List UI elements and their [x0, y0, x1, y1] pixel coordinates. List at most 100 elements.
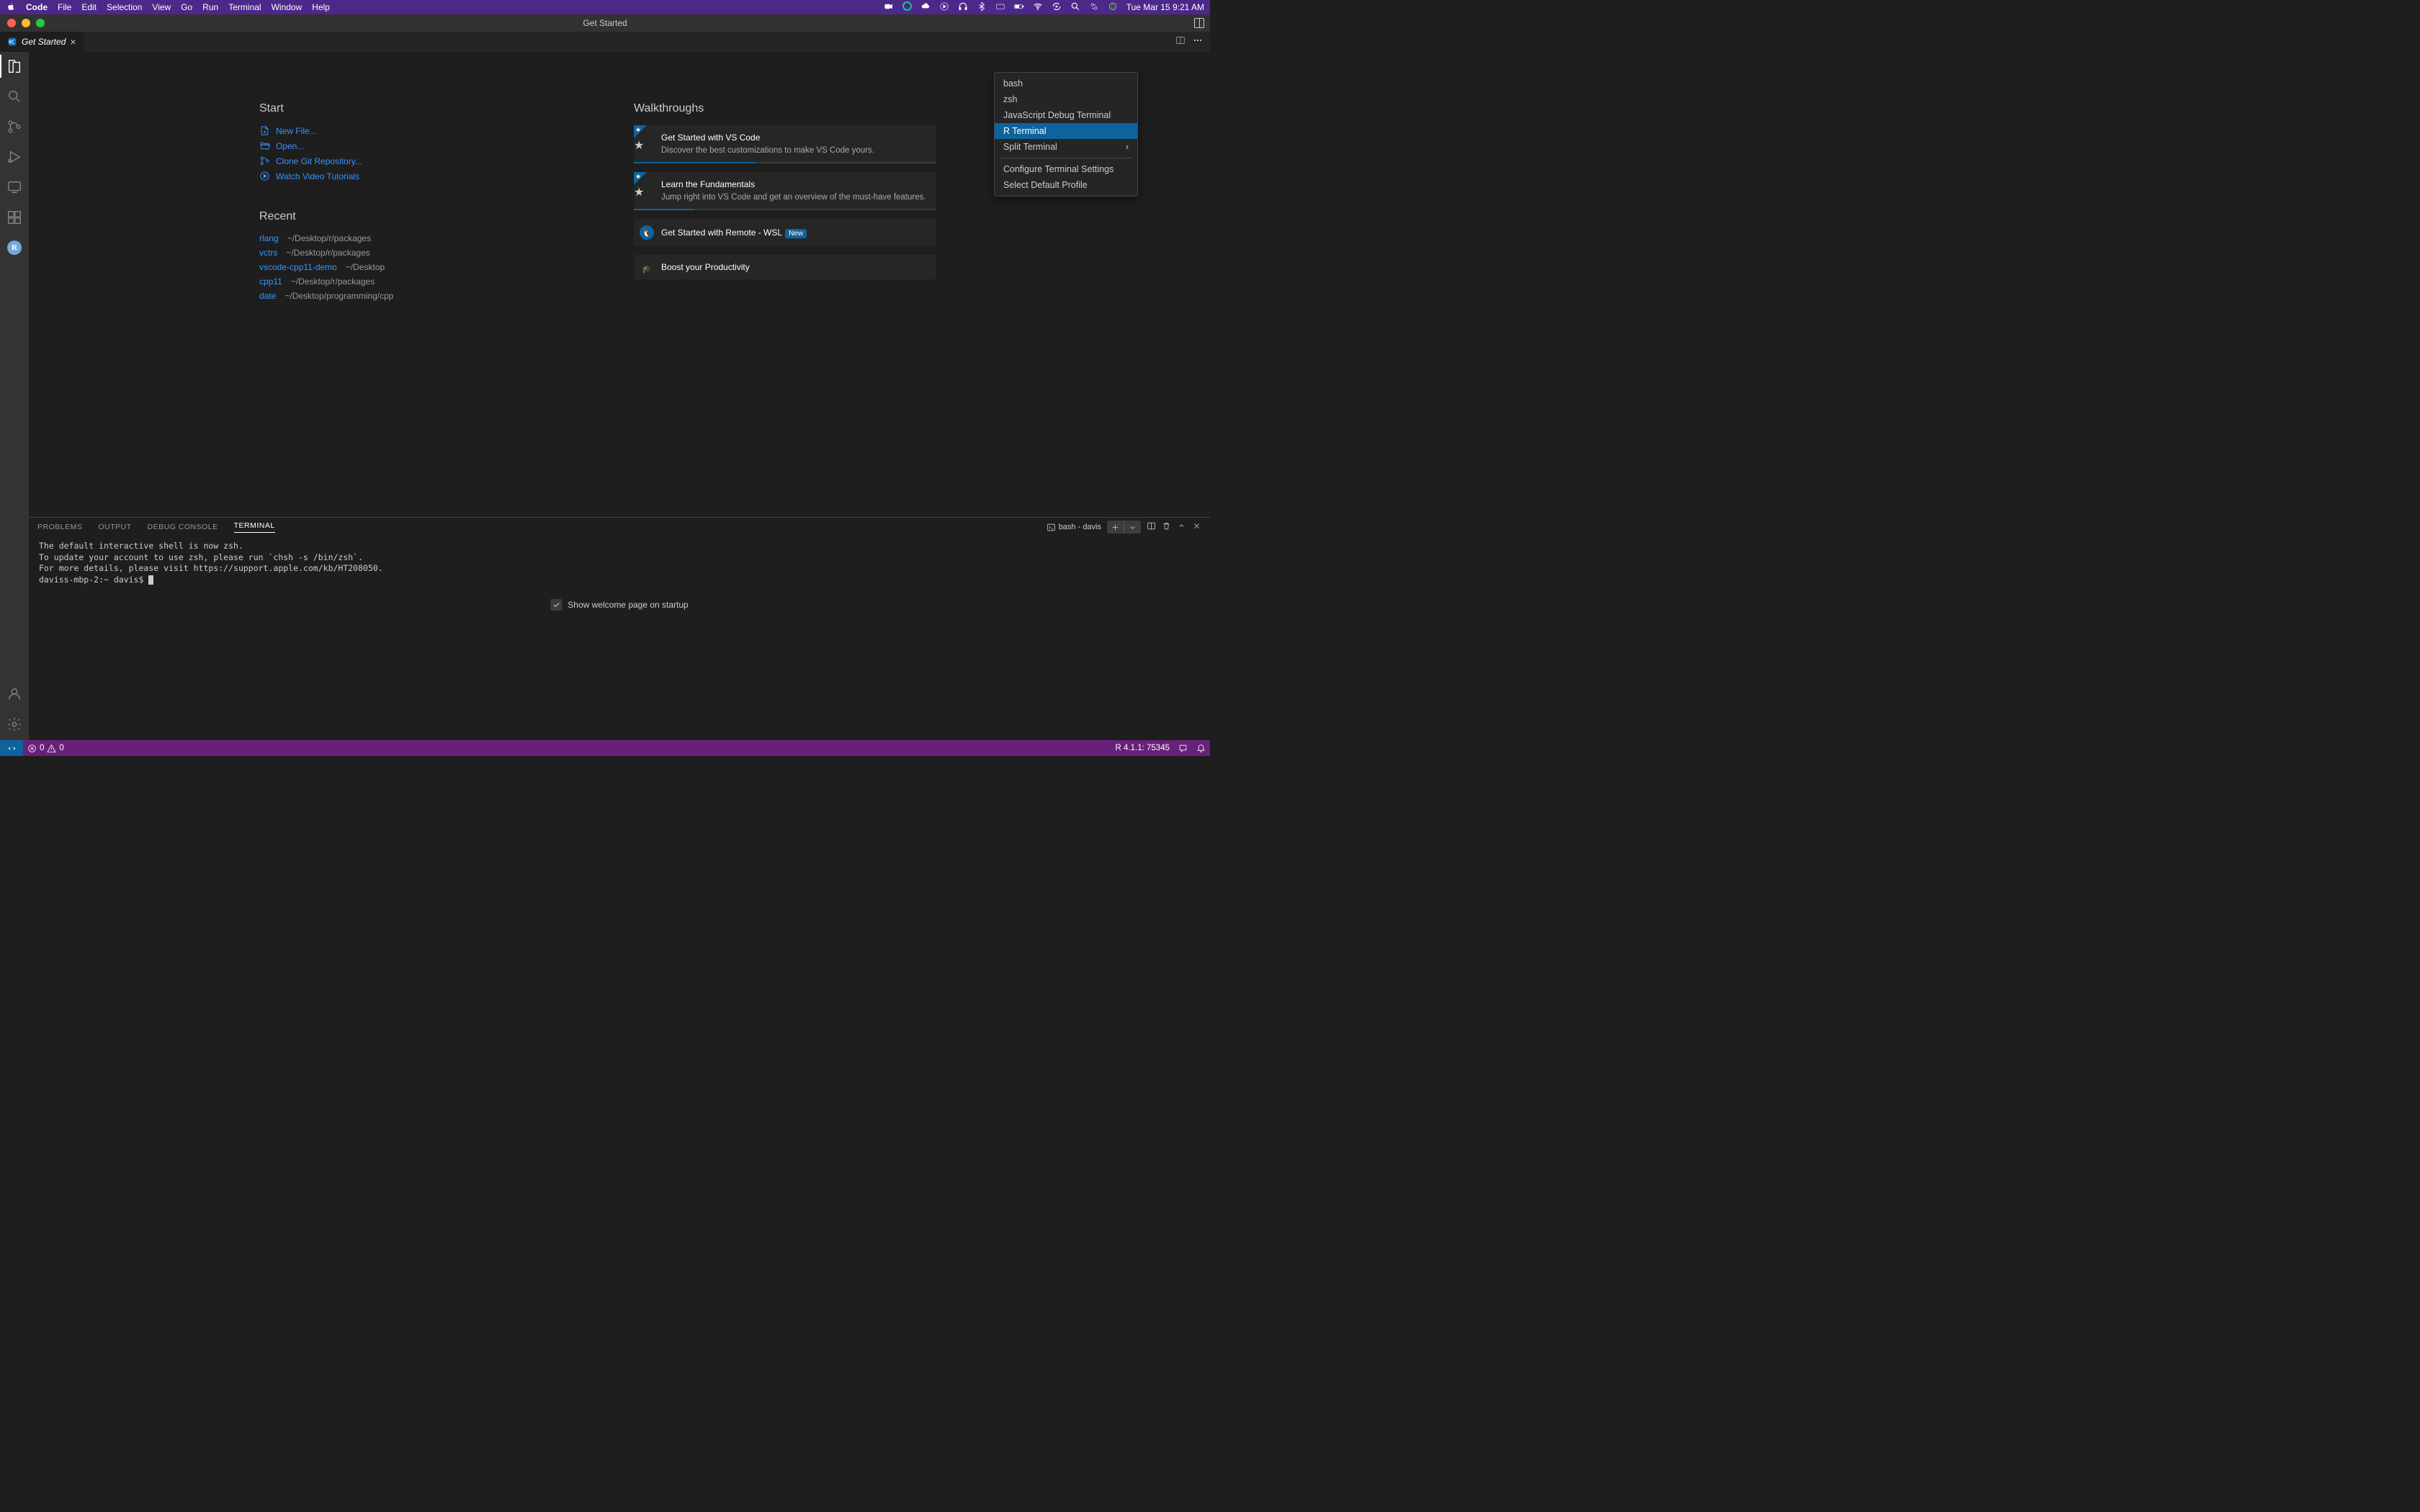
battery-icon[interactable]: [1014, 1, 1024, 14]
warning-icon: [47, 744, 56, 753]
editor-tabbar: Get Started ×: [0, 32, 1210, 52]
bluetooth-icon[interactable]: [977, 1, 987, 14]
watch-tutorials-link[interactable]: Watch Video Tutorials: [259, 171, 519, 181]
headphones-icon[interactable]: [958, 1, 968, 14]
remote-button[interactable]: [0, 740, 23, 756]
search-icon[interactable]: [1070, 1, 1080, 14]
walkthrough-get-started[interactable]: ★ Get Started with VS Code Discover the …: [634, 125, 936, 163]
r-extension-icon[interactable]: R: [6, 239, 23, 256]
menu-terminal[interactable]: Terminal: [228, 2, 261, 12]
split-terminal-icon[interactable]: [1147, 521, 1156, 533]
walkthrough-productivity[interactable]: 🎓 Boost your Productivity: [634, 255, 936, 279]
app-name[interactable]: Code: [26, 2, 48, 12]
keyboard-icon[interactable]: [995, 1, 1005, 14]
window-maximize-button[interactable]: [36, 19, 45, 27]
dropdown-item-zsh[interactable]: zsh: [995, 91, 1137, 107]
walkthroughs-heading: Walkthroughs: [634, 102, 936, 115]
macos-menubar: Code File Edit Selection View Go Run Ter…: [0, 0, 1210, 14]
terminal-label[interactable]: bash - davis: [1047, 523, 1101, 532]
layout-icon[interactable]: [1194, 18, 1204, 28]
video-icon[interactable]: [884, 1, 894, 14]
open-link[interactable]: Open...: [259, 140, 519, 151]
settings-gear-icon[interactable]: [6, 716, 23, 733]
tab-terminal[interactable]: TERMINAL: [234, 521, 275, 533]
menu-go[interactable]: Go: [181, 2, 192, 12]
errors-warnings[interactable]: 0 0: [23, 740, 68, 756]
walkthrough-fundamentals[interactable]: ★ Learn the Fundamentals Jump right into…: [634, 172, 936, 210]
recent-item[interactable]: rlang~/Desktop/r/packages: [259, 233, 519, 243]
recent-item[interactable]: vctrs~/Desktop/r/packages: [259, 248, 519, 258]
clock[interactable]: Tue Mar 15 9:21 AM: [1126, 2, 1204, 12]
notifications-icon[interactable]: [1192, 740, 1210, 756]
menu-help[interactable]: Help: [312, 2, 330, 12]
search-icon[interactable]: [6, 88, 23, 105]
clone-repo-link[interactable]: Clone Git Repository...: [259, 156, 519, 166]
tab-title: Get Started: [22, 37, 66, 47]
new-terminal-button[interactable]: [1107, 521, 1124, 534]
recent-item[interactable]: date~/Desktop/programming/cpp: [259, 291, 519, 301]
menu-file[interactable]: File: [58, 2, 71, 12]
run-debug-icon[interactable]: [6, 148, 23, 166]
window-close-button[interactable]: [7, 19, 16, 27]
dropdown-item-r-terminal[interactable]: R Terminal: [995, 123, 1137, 139]
terminal-output[interactable]: The default interactive shell is now zsh…: [29, 536, 1210, 740]
graduation-icon: 🎓: [640, 261, 654, 276]
kill-terminal-icon[interactable]: [1162, 521, 1171, 533]
activity-bar: R: [0, 52, 29, 740]
editor-content: Start New File... Open... Clone Git R: [29, 52, 1210, 740]
terminal-profile-dropdown: bash zsh JavaScript Debug Terminal R Ter…: [994, 72, 1138, 197]
checkbox-icon[interactable]: [550, 599, 562, 611]
recent-list: rlang~/Desktop/r/packages vctrs~/Desktop…: [259, 233, 519, 301]
extensions-icon[interactable]: [6, 209, 23, 226]
menu-selection[interactable]: Selection: [107, 2, 142, 12]
dropdown-item-split-terminal[interactable]: Split Terminal›: [995, 139, 1137, 155]
r-version-status[interactable]: R 4.1.1: 75345: [1111, 740, 1174, 756]
dropdown-item-select-default[interactable]: Select Default Profile: [995, 177, 1137, 193]
walkthrough-remote-wsl[interactable]: 🐧 Get Started with Remote - WSLNew: [634, 219, 936, 246]
wifi-icon[interactable]: [1033, 1, 1043, 14]
feedback-icon[interactable]: [1174, 740, 1192, 756]
show-welcome-checkbox[interactable]: Show welcome page on startup: [550, 599, 688, 611]
new-terminal-group: [1107, 521, 1141, 534]
sync-icon[interactable]: [1052, 1, 1062, 14]
new-badge: New: [785, 229, 807, 238]
grammarly-icon[interactable]: [902, 1, 912, 13]
menu-window[interactable]: Window: [272, 2, 302, 12]
split-editor-icon[interactable]: [1175, 35, 1186, 49]
tab-get-started[interactable]: Get Started ×: [0, 32, 84, 52]
close-panel-icon[interactable]: [1192, 521, 1201, 533]
tab-problems[interactable]: PROBLEMS: [37, 523, 82, 531]
window-minimize-button[interactable]: [22, 19, 30, 27]
penguin-icon: 🐧: [640, 225, 654, 240]
tab-output[interactable]: OUTPUT: [98, 523, 131, 531]
menu-run[interactable]: Run: [202, 2, 218, 12]
explorer-icon[interactable]: [6, 58, 23, 75]
dropdown-item-js-debug[interactable]: JavaScript Debug Terminal: [995, 107, 1137, 123]
recent-item[interactable]: vscode-cpp11-demo~/Desktop: [259, 262, 519, 272]
chevron-right-icon: ›: [1126, 142, 1129, 152]
accounts-icon[interactable]: [6, 685, 23, 703]
menu-edit[interactable]: Edit: [81, 2, 97, 12]
window-titlebar: Get Started: [0, 14, 1210, 32]
cloud-icon[interactable]: [920, 1, 931, 14]
siri-icon[interactable]: [1108, 1, 1118, 14]
bottom-panel: PROBLEMS OUTPUT DEBUG CONSOLE TERMINAL b…: [29, 517, 1210, 740]
source-control-icon[interactable]: [6, 118, 23, 135]
play-icon[interactable]: [939, 1, 949, 14]
dropdown-item-bash[interactable]: bash: [995, 76, 1137, 91]
apple-icon[interactable]: [6, 1, 16, 14]
remote-explorer-icon[interactable]: [6, 179, 23, 196]
tab-debug-console[interactable]: DEBUG CONSOLE: [148, 523, 218, 531]
terminal-cursor: [148, 575, 153, 585]
control-center-icon[interactable]: [1089, 1, 1099, 14]
start-heading: Start: [259, 102, 519, 115]
new-file-link[interactable]: New File...: [259, 125, 519, 136]
maximize-panel-icon[interactable]: [1177, 521, 1186, 533]
star-icon: ★: [635, 126, 641, 134]
dropdown-item-configure[interactable]: Configure Terminal Settings: [995, 161, 1137, 177]
recent-item[interactable]: cpp11~/Desktop/r/packages: [259, 276, 519, 287]
tab-close-icon[interactable]: ×: [70, 36, 76, 48]
more-actions-icon[interactable]: [1193, 35, 1203, 49]
terminal-profile-dropdown-button[interactable]: [1124, 521, 1141, 534]
menu-view[interactable]: View: [152, 2, 171, 12]
